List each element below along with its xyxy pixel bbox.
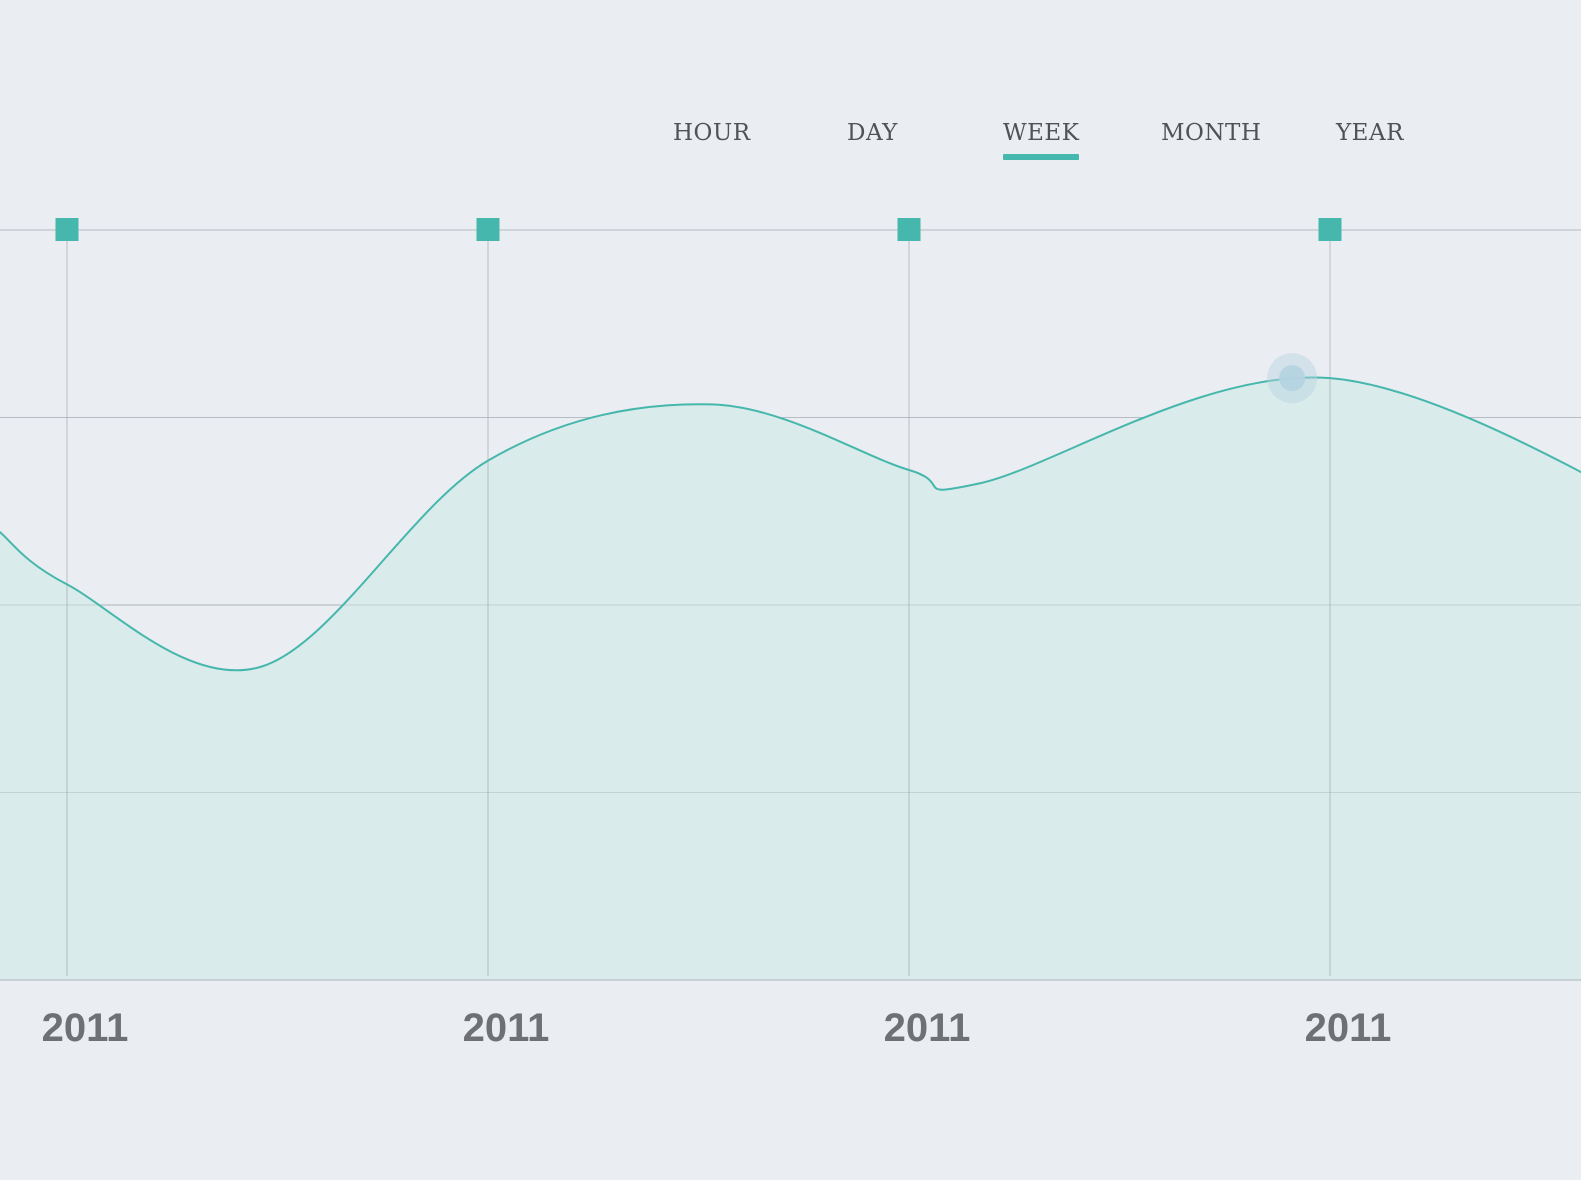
- marker-square: [476, 218, 500, 241]
- marker-square: [1318, 218, 1342, 241]
- area-fill: [0, 377, 1581, 980]
- x-tick-label: 2011: [463, 1006, 550, 1050]
- chart-panel: HOUR DAY WEEK MONTH YEAR 2011 2011 2011 201…: [0, 0, 1581, 1180]
- highlight-point: [1279, 365, 1306, 392]
- marker-square: [897, 218, 921, 241]
- area-chart: 2011 2011 2011 2011: [0, 218, 1581, 1050]
- marker-square: [55, 218, 79, 241]
- x-tick-label: 2011: [884, 1006, 971, 1050]
- x-tick-label: 2011: [42, 1006, 129, 1050]
- x-tick-label: 2011: [1305, 1006, 1392, 1050]
